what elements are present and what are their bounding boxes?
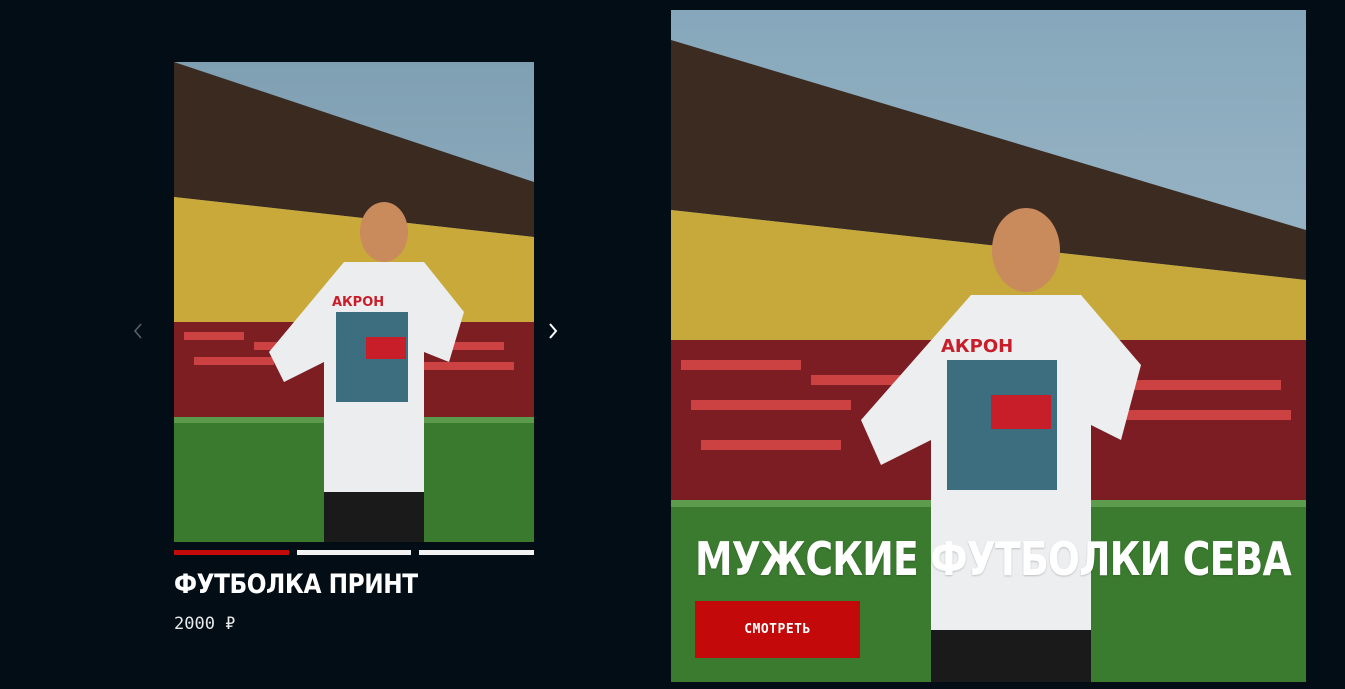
- banner-tshirt-print-text: АКРОН: [941, 336, 1013, 357]
- banner-title: Мужские футболки Сева: [695, 532, 1292, 586]
- gallery-indicator-dot-3[interactable]: [419, 550, 535, 555]
- tshirt-print-text: АКРОН: [332, 295, 384, 310]
- view-button[interactable]: смотреть: [695, 601, 860, 658]
- product-card[interactable]: АКРОН Футболка принт 2000 ₽: [174, 62, 535, 634]
- next-slide-button[interactable]: [541, 318, 565, 344]
- product-photo[interactable]: АКРОН: [174, 62, 534, 542]
- gallery-indicator-dot-2[interactable]: [296, 550, 412, 555]
- gallery-indicator-dot-1[interactable]: [174, 550, 289, 555]
- promo-banner[interactable]: АКРОН Мужские футболки Сева смотреть: [671, 10, 1306, 682]
- page: АКРОН Футболка принт 2000 ₽: [0, 0, 1345, 689]
- chevron-left-icon: [133, 323, 142, 339]
- gallery-indicator: [174, 550, 535, 555]
- product-title[interactable]: Футболка принт: [174, 569, 484, 600]
- product-price: 2000 ₽: [174, 614, 236, 634]
- chevron-right-icon: [549, 323, 558, 339]
- prev-slide-button[interactable]: [126, 318, 150, 344]
- product-image: АКРОН: [174, 62, 534, 542]
